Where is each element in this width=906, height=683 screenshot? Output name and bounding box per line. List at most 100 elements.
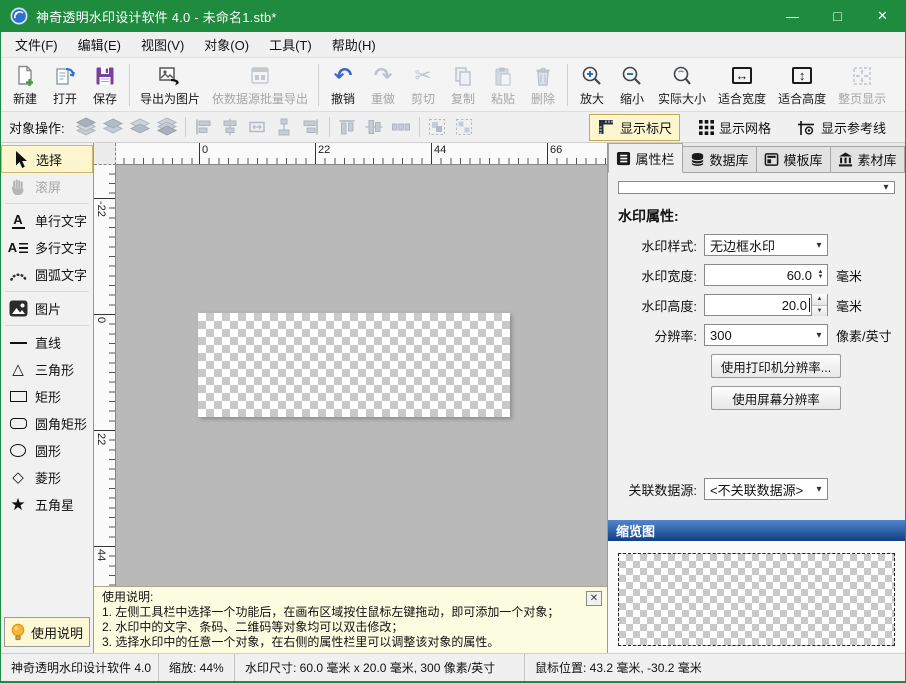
help-title: 使用说明: [102,590,599,605]
menu-file[interactable]: 文件(F) [5,32,68,57]
tab-templates[interactable]: 模板库 [757,146,831,173]
fit-height-button[interactable]: ↕ 适合高度 [772,60,832,109]
tool-triangle[interactable]: △ 三角形 [1,356,93,383]
ruler-icon [597,118,615,136]
show-grid-toggle[interactable]: 显示网格 [692,115,778,140]
pan-hand-icon [5,178,31,196]
help-close-button[interactable]: ✕ [586,591,602,606]
guides-icon [797,119,816,136]
paste-clipboard-icon [492,62,514,89]
v-ruler-label: -22 [95,201,107,217]
minimize-button[interactable]: — [770,0,815,32]
open-file-icon [53,62,77,89]
tool-arc-text[interactable]: 圆弧文字 [1,261,93,288]
tool-select[interactable]: 选择 [1,145,93,173]
help-line-1: 1. 左侧工具栏中选择一个功能后，在画布区域按住鼠标左键拖动，即可添加一个对象； [102,605,599,620]
align-left-icon [190,115,217,139]
fit-width-icon: ↔ [732,67,752,84]
tool-circle[interactable]: 圆形 [1,437,93,464]
resolution-unit: 像素/英寸 [836,326,892,345]
show-ruler-toggle[interactable]: 显示标尺 [589,114,680,141]
delete-trash-icon [532,62,554,89]
line-icon [5,342,31,344]
image-icon [5,300,31,317]
status-watermark-size: 水印尺寸: 60.0 毫米 x 20.0 毫米, 300 像素/英寸 [235,654,525,681]
tool-rounded-rectangle[interactable]: 圆角矩形 [1,410,93,437]
cut-scissors-icon: ✂ [415,62,432,89]
properties-list-icon [616,151,631,166]
watermark-height-input[interactable]: 20.0 ▲▼ [704,294,828,316]
align-middle-vertical-icon [361,115,388,139]
use-printer-resolution-button[interactable]: 使用打印机分辨率... [711,354,841,378]
datasource-dropdown[interactable]: <不关联数据源> ▾ [704,478,828,500]
align-right-icon [298,115,325,139]
tab-materials[interactable]: 素材库 [831,146,905,173]
menu-object[interactable]: 对象(O) [194,32,259,57]
menu-view[interactable]: 视图(V) [131,32,194,57]
design-canvas[interactable] [116,165,607,586]
maximize-button[interactable]: □ [815,0,860,32]
status-mouse-position: 鼠标位置: 43.2 毫米, -30.2 毫米 [525,654,905,681]
height-unit: 毫米 [836,296,862,315]
fit-width-button[interactable]: ↔ 适合宽度 [712,60,772,109]
close-button[interactable]: ✕ [860,0,905,32]
tab-database[interactable]: 数据库 [683,146,757,173]
open-button[interactable]: 打开 [45,60,85,109]
ruler-corner [94,143,116,165]
rectangle-icon [5,391,31,402]
redo-icon: ↷ [374,62,392,89]
save-button[interactable]: 保存 [85,60,125,109]
object-operations-label: 对象操作: [9,118,65,137]
actual-size-button[interactable]: 实际大小 [652,60,712,109]
new-document-icon [13,62,37,89]
tool-multi-line-text[interactable]: A 多行文字 [1,234,93,261]
thumbnail-preview [618,553,895,646]
export-image-button[interactable]: 导出为图片 [134,60,206,109]
full-page-icon [851,62,873,89]
tool-star[interactable]: ★ 五角星 [1,491,93,518]
align-top-icon [334,115,361,139]
object-selector-dropdown[interactable]: ▾ [618,181,895,194]
toolbox: 选择 滚屏 A 单行文字 A 多行文字 圆弧文字 图片 [1,143,94,653]
lightbulb-icon [10,623,26,642]
horizontal-ruler: 0 22 44 66 [116,143,607,165]
tool-single-line-text[interactable]: A 单行文字 [1,207,93,234]
same-width-icon [244,115,271,139]
watermark-artboard[interactable] [198,313,510,417]
width-spin-arrows[interactable]: ▲▼ [814,270,827,280]
help-line-2: 2. 水印中的文字、条码、二维码等对象均可以双击修改； [102,620,599,635]
tool-rectangle[interactable]: 矩形 [1,383,93,410]
v-ruler-label: 0 [95,317,107,323]
watermark-width-input[interactable]: 60.0 ▲▼ [704,264,828,286]
save-floppy-icon [93,62,117,89]
tab-properties[interactable]: 属性栏 [608,143,683,173]
main-toolbar: 新建 打开 保存 导出为图片 依数据源批量导出 ↶ 撤销 ↷ 重做 ✂ [1,58,905,112]
panel-body: ▾ 水印属性: 水印样式: 无边框水印 ▾ 水印宽度: 60.0 ▲▼ [608,173,905,653]
watermark-style-dropdown[interactable]: 无边框水印 ▾ [704,234,828,256]
distribute-horizontal-icon [388,115,415,139]
menu-edit[interactable]: 编辑(E) [68,32,131,57]
tool-image[interactable]: 图片 [1,295,93,322]
show-guides-toggle[interactable]: 显示参考线 [790,115,893,140]
menu-tools[interactable]: 工具(T) [259,32,322,57]
tool-diamond[interactable]: ◇ 菱形 [1,464,93,491]
new-button[interactable]: 新建 [5,60,45,109]
usage-help-button[interactable]: 使用说明 [4,617,90,647]
layer-send-to-back-icon [154,115,181,139]
ungroup-icon [451,115,478,139]
zoom-in-button[interactable]: 放大 [572,60,612,109]
use-screen-resolution-button[interactable]: 使用屏幕分辨率 [711,386,841,410]
watermark-properties-title: 水印属性: [618,206,905,226]
undo-button[interactable]: ↶ 撤销 [323,60,363,109]
main-area: 选择 滚屏 A 单行文字 A 多行文字 圆弧文字 图片 [1,143,905,653]
resolution-dropdown[interactable]: 300 ▾ [704,324,828,346]
menu-help[interactable]: 帮助(H) [322,32,386,57]
zoom-out-button[interactable]: 缩小 [612,60,652,109]
app-logo-icon [10,7,28,25]
objectbar-separator [419,117,420,137]
tool-line[interactable]: 直线 [1,329,93,356]
zoom-in-icon [580,62,604,89]
rounded-rectangle-icon [5,418,31,429]
height-spin-buttons[interactable]: ▲▼ [811,294,827,316]
export-image-icon [157,62,183,89]
